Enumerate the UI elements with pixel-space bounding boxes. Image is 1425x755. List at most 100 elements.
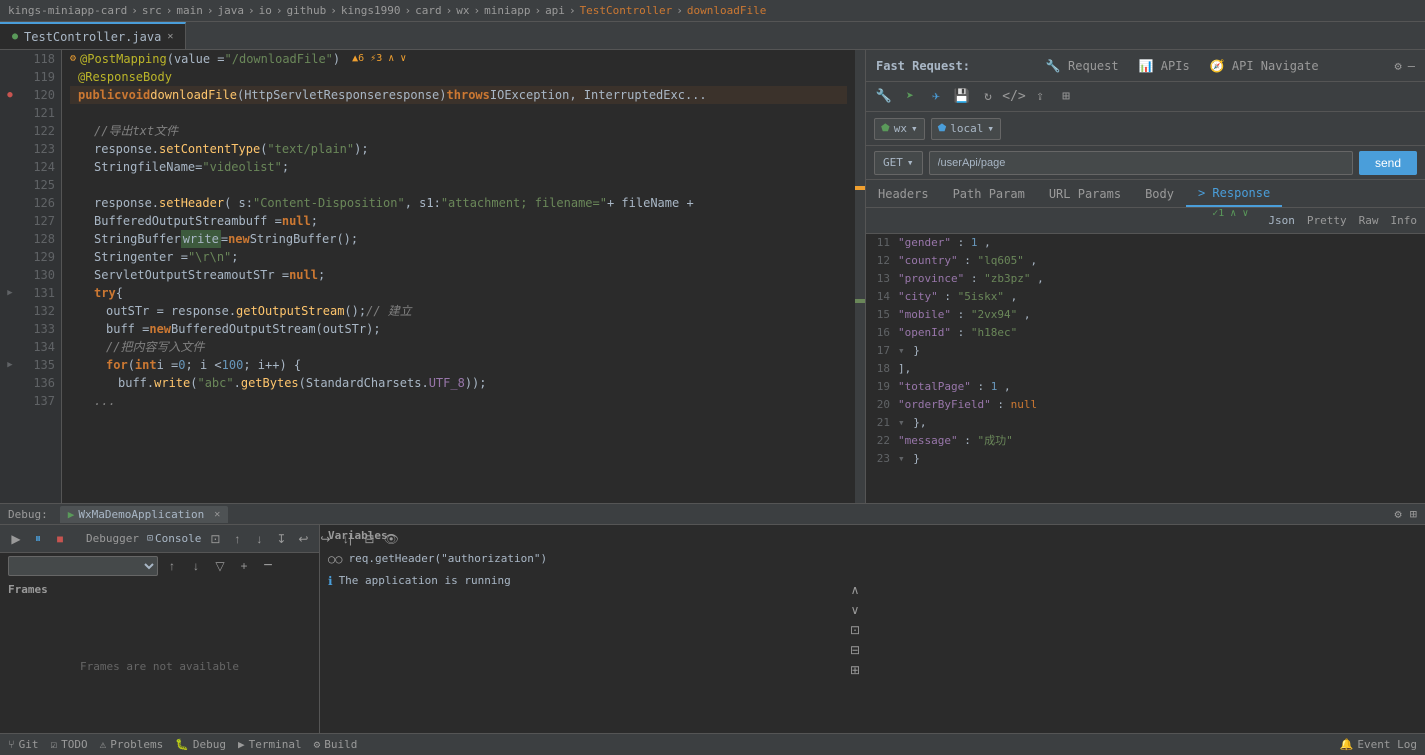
line-numbers: 118 119 120 121 122 123 124 125 126 127 …	[20, 50, 62, 503]
breadcrumb-item[interactable]: github	[286, 4, 326, 17]
debug-pause-btn[interactable]: ⏸	[28, 529, 48, 549]
copy-btn[interactable]: ⊟	[845, 640, 865, 660]
breadcrumb-item-controller[interactable]: TestController	[580, 4, 673, 17]
tab-path-param[interactable]: Path Param	[941, 180, 1037, 207]
code-line-134: //把内容写入文件	[70, 338, 847, 356]
profile-select[interactable]: ⬟ local ▾	[931, 118, 1001, 140]
tab-url-params[interactable]: URL Params	[1037, 180, 1133, 207]
filter-frames-btn[interactable]: ▽	[210, 556, 230, 576]
response-tab-raw[interactable]: Raw	[1359, 208, 1379, 233]
grid-icon[interactable]: ⊞	[1056, 87, 1076, 107]
breadcrumb-item[interactable]: java	[217, 4, 244, 17]
url-input[interactable]	[929, 151, 1353, 175]
wrench-icon[interactable]: 🔧	[874, 87, 894, 107]
fold-indicator[interactable]: ▶	[0, 356, 20, 374]
json-line-15: 15 "mobile" : "2vx94" ,	[866, 306, 1425, 324]
breadcrumb-item[interactable]: kings1990	[341, 4, 401, 17]
breadcrumb-item[interactable]: card	[415, 4, 442, 17]
env-select[interactable]: ⬟ wx ▾	[874, 118, 925, 140]
frame-down-btn[interactable]: ↓	[186, 556, 206, 576]
method-select[interactable]: GET ▾	[874, 151, 923, 175]
status-right: 🔔 Event Log	[1340, 738, 1417, 751]
step-over-btn[interactable]: ↩	[293, 529, 313, 549]
step-out-btn[interactable]: ↧	[271, 529, 291, 549]
debug-layout-icon[interactable]: ⊞	[1410, 507, 1417, 521]
debug-resume-btn[interactable]: ▶	[6, 529, 26, 549]
breadcrumb-item[interactable]: src	[142, 4, 162, 17]
status-event-log[interactable]: 🔔 Event Log	[1340, 738, 1417, 751]
todo-icon: ☑	[50, 738, 57, 751]
info-icon: ℹ	[328, 572, 333, 590]
navigate-icon: 🧭	[1210, 59, 1225, 73]
plane-icon[interactable]: ✈	[926, 87, 946, 107]
breadcrumb-item[interactable]: io	[259, 4, 272, 17]
response-tab-pretty[interactable]: Pretty	[1307, 208, 1347, 233]
breadcrumb-item[interactable]: api	[545, 4, 565, 17]
debug-layout: ▶ ⏸ ■ Debugger ⊡ Console ⊡ ↑ ↓ ↧ ↩ ↪ ↓| …	[0, 525, 1425, 733]
breadcrumb-item[interactable]: main	[176, 4, 203, 17]
response-tab-json[interactable]: Json	[1268, 208, 1295, 233]
code-icon[interactable]: </>	[1004, 87, 1024, 107]
response-tab-info[interactable]: Info	[1391, 208, 1418, 233]
settings-icon[interactable]: ⚙	[1395, 59, 1402, 73]
tab-headers[interactable]: Headers	[866, 180, 941, 207]
code-line-133: buff = new BufferedOutputStream (outSTr)…	[70, 320, 847, 338]
chevron-down-icon: ▾	[911, 122, 918, 135]
breadcrumb-item-method[interactable]: downloadFile	[687, 4, 766, 17]
status-build[interactable]: ⚙ Build	[314, 738, 358, 751]
send-button[interactable]: send	[1359, 151, 1417, 175]
page-btn[interactable]: ⊡	[845, 620, 865, 640]
breadcrumb-item[interactable]: kings-miniapp-card	[8, 4, 127, 17]
status-terminal[interactable]: ▶ Terminal	[238, 738, 302, 751]
fr-tab-apis[interactable]: 📊 APIs	[1133, 57, 1196, 75]
scroll-down-btn[interactable]: ∨	[845, 600, 865, 620]
problems-icon: ⚠	[100, 738, 107, 751]
breadcrumb-item[interactable]: wx	[456, 4, 469, 17]
debugger-tab[interactable]: Debugger	[86, 532, 139, 545]
link-btn[interactable]: ⊞	[845, 660, 865, 680]
add-btn[interactable]: +	[234, 556, 254, 576]
debug-icon: ▶	[68, 508, 75, 521]
arrow-right-icon[interactable]: ➤	[900, 87, 920, 107]
refresh-icon[interactable]: ↻	[978, 87, 998, 107]
console-tab-item[interactable]: ⊡ Console	[147, 532, 201, 545]
subtract-btn[interactable]: −	[258, 556, 278, 576]
fr-tab-navigate[interactable]: 🧭 API Navigate	[1204, 57, 1325, 75]
scroll-up-btn[interactable]: ∧	[845, 580, 865, 600]
fast-request-title: Fast Request:	[876, 59, 970, 73]
up-btn[interactable]: ↑	[227, 529, 247, 549]
tab-close-button[interactable]: ✕	[167, 31, 173, 42]
minimize-icon[interactable]: —	[1408, 59, 1415, 73]
json-line-13: 13 "province" : "zb3pz" ,	[866, 270, 1425, 288]
status-bar: ⑂ Git ☑ TODO ⚠ Problems 🐛 Debug ▶ Termin…	[0, 733, 1425, 755]
debug-tab-close[interactable]: ✕	[214, 509, 220, 520]
debug-app-tab[interactable]: ▶ WxMaDemoApplication ✕	[60, 506, 229, 523]
down-btn[interactable]: ↓	[249, 529, 269, 549]
frames-title: Frames	[0, 579, 319, 600]
fold-indicator[interactable]: ▶	[0, 284, 20, 302]
gutter-line	[0, 230, 20, 248]
breakpoint-indicator[interactable]: ●	[0, 86, 20, 104]
filter-btn[interactable]: ⊡	[205, 529, 225, 549]
breadcrumb-item[interactable]: miniapp	[484, 4, 530, 17]
status-problems[interactable]: ⚠ Problems	[100, 738, 164, 751]
fr-tab-request[interactable]: 🔧 Request	[1040, 57, 1125, 75]
debug-stop-btn[interactable]: ■	[50, 529, 70, 549]
json-line-19: 19 "totalPage" : 1 ,	[866, 378, 1425, 396]
status-debug[interactable]: 🐛 Debug	[175, 738, 226, 751]
code-line-129: String enter = "\r\n" ;	[70, 248, 847, 266]
tab-body[interactable]: Body	[1133, 180, 1186, 207]
status-todo[interactable]: ☑ TODO	[50, 738, 87, 751]
status-git[interactable]: ⑂ Git	[8, 738, 38, 751]
gutter-line	[0, 194, 20, 212]
share-icon[interactable]: ⇪	[1030, 87, 1050, 107]
save-icon[interactable]: 💾	[952, 87, 972, 107]
code-line-126: response. setHeader ( s: "Content-Dispos…	[70, 194, 847, 212]
frame-up-btn[interactable]: ↑	[162, 556, 182, 576]
tab-testcontroller[interactable]: ● TestController.java ✕	[0, 22, 186, 49]
debug-settings-icon[interactable]: ⚙	[1395, 507, 1402, 521]
frame-select[interactable]	[8, 556, 158, 576]
tab-response[interactable]: > Response	[1186, 180, 1282, 207]
code-line-119: @ResponseBody	[70, 68, 847, 86]
scroll-gutter[interactable]	[855, 50, 865, 503]
